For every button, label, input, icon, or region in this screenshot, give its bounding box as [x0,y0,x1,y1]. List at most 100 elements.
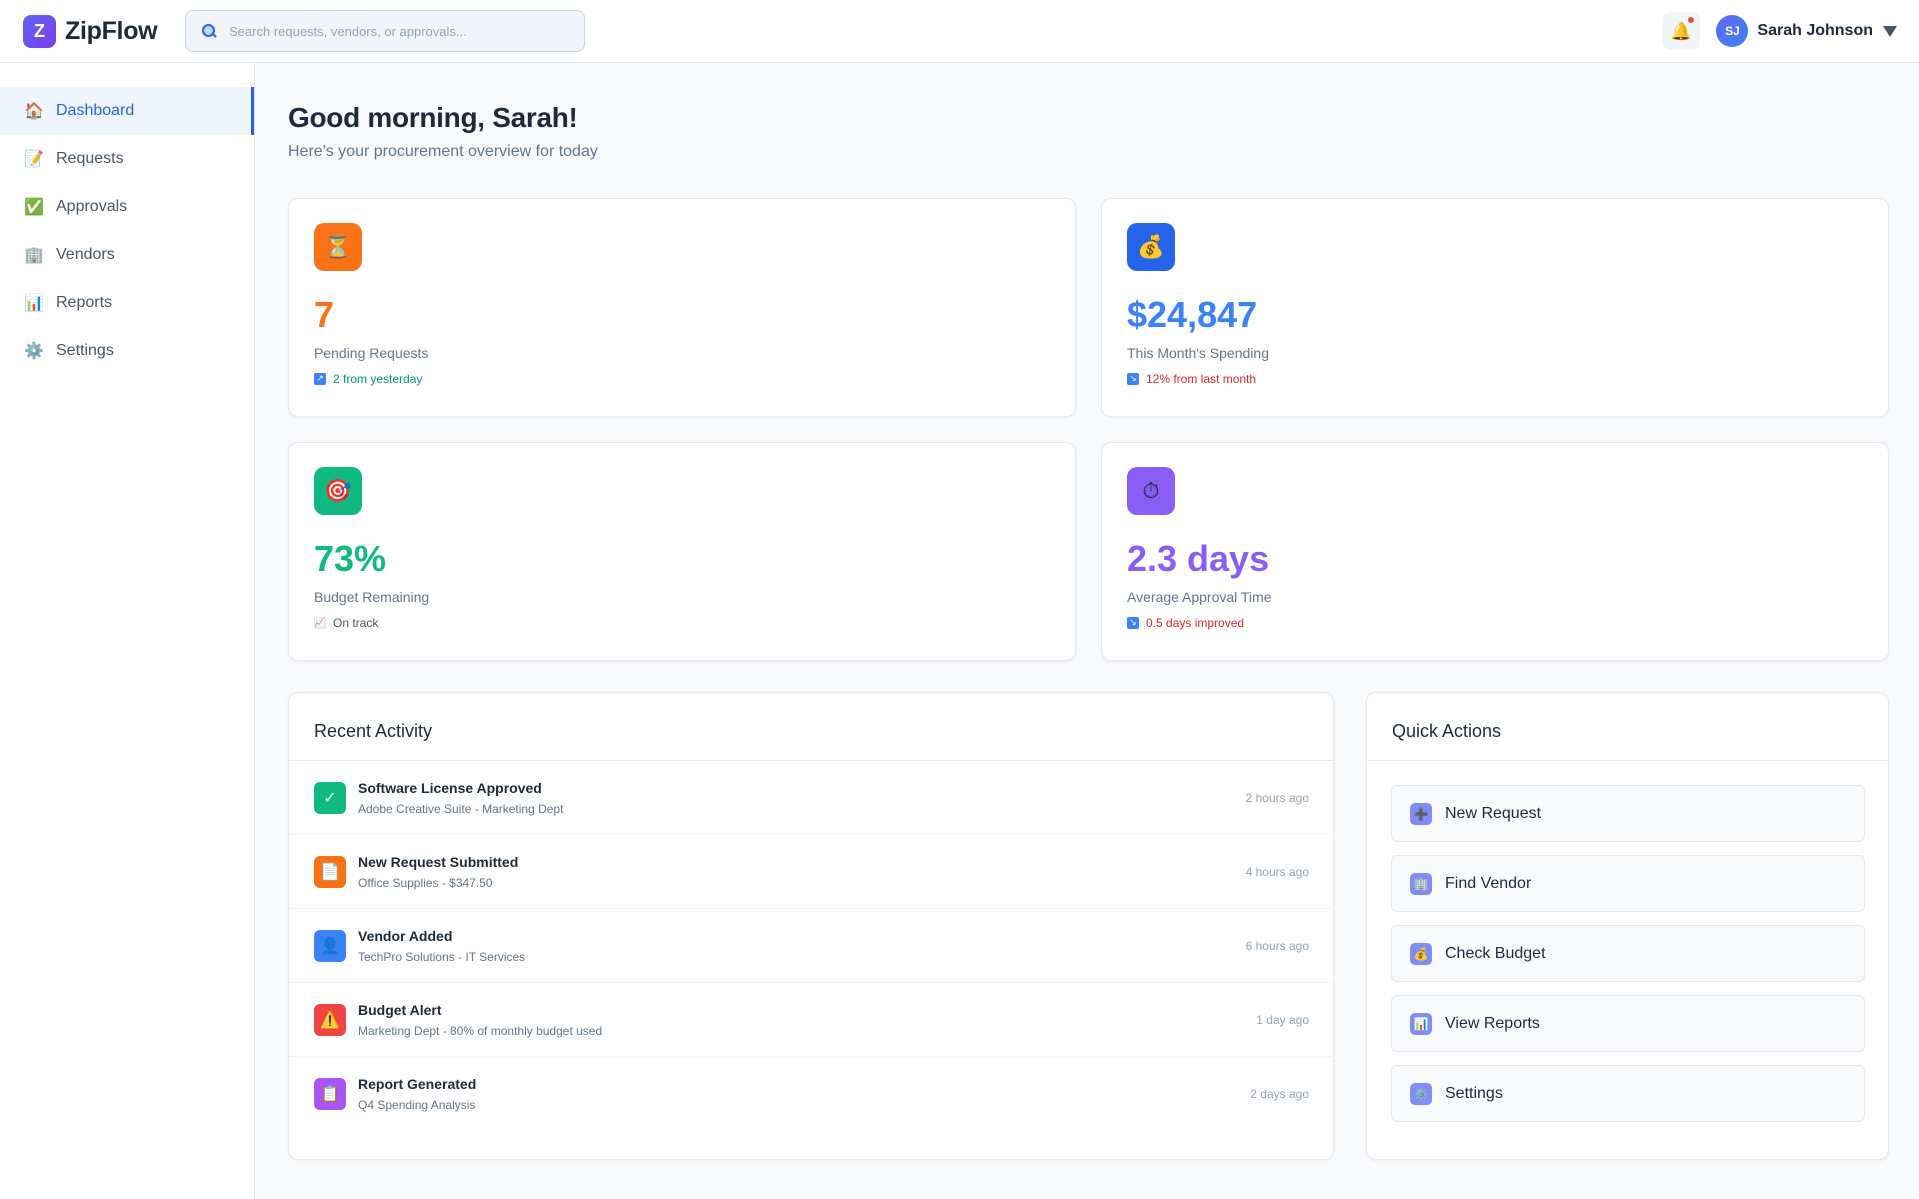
activity-subtitle: Marketing Dept - 80% of monthly budget u… [358,1023,603,1038]
find-vendor-button[interactable]: 🏢 Find Vendor [1391,855,1865,912]
search-input[interactable] [229,23,569,39]
notification-badge [1687,16,1696,24]
sidebar-item-requests[interactable]: 📝 Requests [0,135,254,183]
stat-trend: ↘ 12% from last month [1127,372,1863,386]
stat-trend: ↗ 2 from yesterday [314,372,1050,386]
sidebar: 🏠 Dashboard 📝 Requests ✅ Approvals 🏢 Ven… [0,63,255,1199]
activity-subtitle: Q4 Spending Analysis [358,1098,476,1112]
clipboard-icon: 📋 [314,1078,346,1110]
panel-title: Quick Actions [1367,693,1888,761]
stat-value: 73% [314,538,387,579]
stat-card-budget-remaining[interactable]: 🎯 73% Budget Remaining 📈 On track [288,442,1076,661]
stat-trend-text: 12% from last month [1146,371,1257,386]
stat-card-approval-time[interactable]: ⏱ 2.3 days Average Approval Time ↘ 0.5 d… [1101,442,1889,661]
stat-trend-text: 0.5 days improved [1146,615,1245,630]
activity-item[interactable]: ⚠️ Budget Alert Marketing Dept - 80% of … [289,983,1333,1057]
sidebar-item-label: Dashboard [56,102,135,119]
search-icon [201,23,217,39]
chart-down-icon: ↘ [1127,372,1139,385]
stats-grid: ⏳ 7 Pending Requests ↗ 2 from yesterday … [288,198,1889,661]
header-actions: 🔔 SJ Sarah Johnson [1662,12,1897,50]
sidebar-item-label: Approvals [56,198,128,215]
stat-value: 7 [314,294,335,335]
app-name: ZipFlow [65,16,158,45]
activity-subtitle: TechPro Solutions - IT Services [358,949,526,964]
stat-value: 2.3 days [1127,538,1270,579]
sidebar-item-label: Requests [56,150,124,167]
check-budget-button[interactable]: 💰 Check Budget [1391,925,1865,982]
activity-time: 1 day ago [1256,1012,1309,1027]
activity-title: New Request Submitted [358,853,519,870]
activity-subtitle: Adobe Creative Suite - Marketing Dept [358,801,564,816]
activity-title: Software License Approved [358,779,542,796]
stat-label: Pending Requests [314,344,429,361]
sidebar-item-reports[interactable]: 📊 Reports [0,279,254,327]
building-icon: 🏢 [24,247,44,264]
activity-item[interactable]: 👤 Vendor Added TechPro Solutions - IT Se… [289,909,1333,983]
stat-card-monthly-spending[interactable]: 💰 $24,847 This Month's Spending ↘ 12% fr… [1101,198,1889,417]
search-box[interactable] [185,10,585,52]
stat-trend-text: On track [333,615,379,630]
stat-trend: 📈 On track [314,616,1050,630]
building-icon: 🏢 [1410,872,1432,895]
page-subtitle: Here's your procurement overview for tod… [288,143,598,160]
sidebar-item-label: Vendors [56,246,115,263]
settings-button[interactable]: ⚙️ Settings [1391,1065,1865,1122]
notifications-button[interactable]: 🔔 [1662,12,1701,50]
warning-icon: ⚠️ [314,1003,346,1036]
plus-icon: ➕ [1410,802,1432,825]
sidebar-item-vendors[interactable]: 🏢 Vendors [0,231,254,279]
house-icon: 🏠 [24,103,44,120]
bar-chart-icon: 📊 [1410,1012,1432,1035]
stat-trend-text: 2 from yesterday [333,371,423,386]
bell-icon: 🔔 [1670,21,1692,41]
money-bag-icon: 💰 [1127,223,1175,271]
activity-time: 6 hours ago [1245,938,1309,953]
activity-time: 2 hours ago [1245,790,1309,805]
quick-action-label: Check Budget [1445,944,1546,962]
sidebar-item-settings[interactable]: ⚙️ Settings [0,327,254,375]
quick-action-label: Settings [1445,1084,1503,1102]
activity-time: 2 days ago [1250,1087,1309,1101]
brand[interactable]: Z ZipFlow [23,14,185,48]
document-icon: 📄 [314,855,346,888]
check-icon: ✓ [314,781,346,814]
activity-title: Report Generated [358,1076,477,1092]
person-icon: 👤 [314,929,346,962]
sidebar-item-label: Settings [56,342,114,359]
activity-title: Vendor Added [358,927,453,944]
gear-icon: ⚙️ [24,343,44,360]
page-title: Good morning, Sarah! [288,102,578,133]
target-icon: 🎯 [314,467,362,515]
stat-label: Average Approval Time [1127,588,1272,605]
stat-card-pending-requests[interactable]: ⏳ 7 Pending Requests ↗ 2 from yesterday [288,198,1076,417]
sidebar-item-dashboard[interactable]: 🏠 Dashboard [0,87,254,135]
sidebar-item-label: Reports [56,294,113,311]
gear-icon: ⚙️ [1410,1082,1432,1105]
stopwatch-icon: ⏱ [1127,467,1175,515]
user-menu[interactable]: SJ Sarah Johnson [1716,15,1897,47]
activity-item[interactable]: 📋 Report Generated Q4 Spending Analysis … [289,1057,1333,1131]
activity-item[interactable]: ✓ Software License Approved Adobe Creati… [289,761,1333,835]
check-box-icon: ✅ [24,199,44,216]
money-bag-icon: 💰 [1410,942,1432,965]
new-request-button[interactable]: ➕ New Request [1391,785,1865,842]
sidebar-item-approvals[interactable]: ✅ Approvals [0,183,254,231]
chart-up-icon: ↗ [314,372,326,385]
memo-icon: 📝 [24,151,44,168]
stat-label: Budget Remaining [314,588,430,605]
recent-activity-panel: Recent Activity ✓ Software License Appro… [288,692,1334,1160]
activity-time: 4 hours ago [1245,864,1309,879]
user-name: Sarah Johnson [1757,22,1873,39]
activity-title: Budget Alert [358,1001,442,1018]
view-reports-button[interactable]: 📊 View Reports [1391,995,1865,1052]
quick-action-label: New Request [1445,804,1542,822]
quick-action-label: Find Vendor [1445,874,1532,892]
stat-trend: ↘ 0.5 days improved [1127,616,1863,630]
top-header: Z ZipFlow 🔔 SJ Sarah Johnson [0,0,1919,63]
stat-value: $24,847 [1127,294,1258,335]
activity-item[interactable]: 📄 New Request Submitted Office Supplies … [289,835,1333,909]
chevron-down-icon[interactable] [1883,25,1897,37]
activity-subtitle: Office Supplies - $347.50 [358,875,493,890]
panel-title: Recent Activity [289,693,1333,761]
